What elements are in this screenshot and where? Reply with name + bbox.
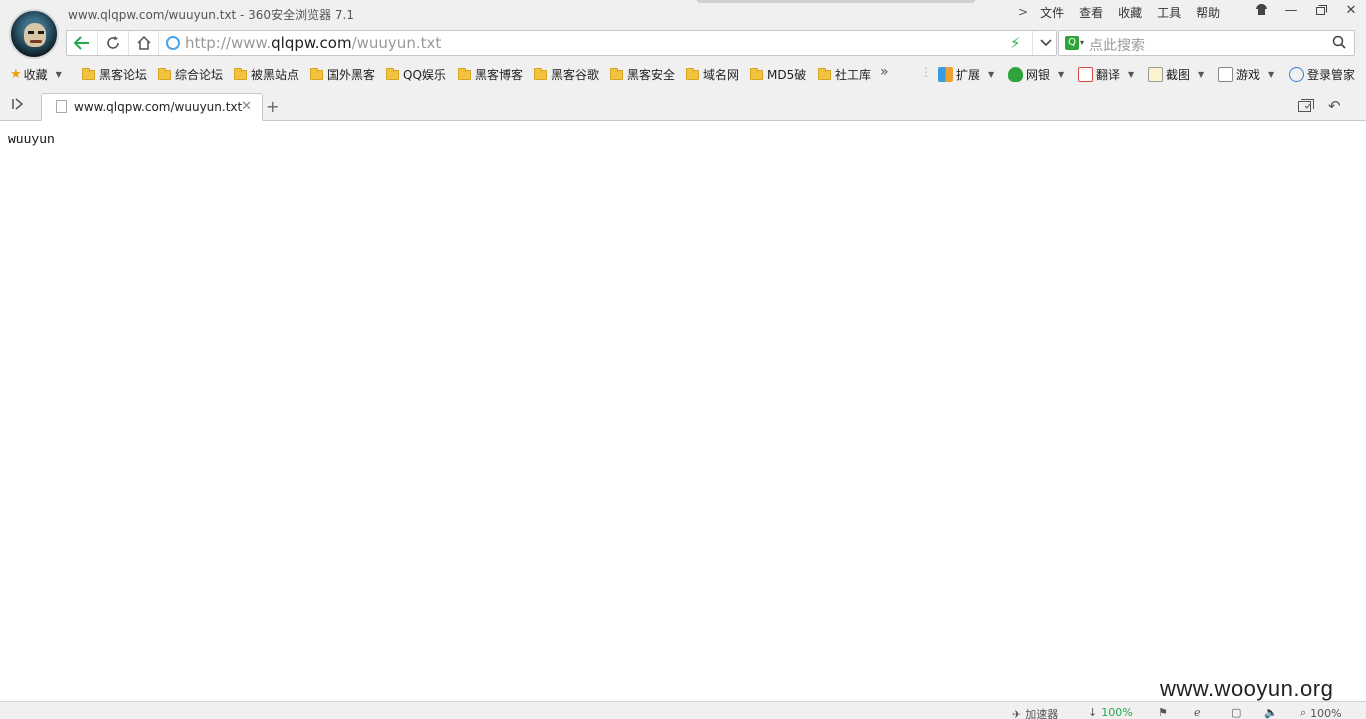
download-icon: ↓	[1088, 706, 1098, 719]
menu-view[interactable]: 查看	[1079, 4, 1103, 21]
page-content: wuuyun	[0, 122, 1366, 701]
avatar-face	[24, 23, 46, 47]
window-title: www.qlqpw.com/wuuyun.txt - 360安全浏览器 7.1	[68, 8, 354, 22]
bookmark-folder[interactable]: 被黑站点	[234, 66, 299, 83]
bookmark-folder[interactable]: 域名网	[686, 66, 739, 83]
bookmarks-more-button[interactable]: »	[880, 64, 889, 80]
maximize-button[interactable]	[1306, 0, 1336, 20]
translate-icon	[1078, 67, 1093, 82]
window-icon[interactable]: ▢	[1231, 706, 1241, 719]
folder-icon	[534, 67, 547, 80]
title-bar: www.qlqpw.com/wuuyun.txt - 360安全浏览器 7.1 …	[0, 0, 1366, 28]
navigation-bar: http://www.qlqpw.com/wuuyun.txt ⚡ Q ▾ 点此…	[0, 28, 1366, 60]
accelerator-button[interactable]: ✈ 加速器	[1012, 706, 1058, 719]
folder-icon	[818, 67, 831, 80]
bookmark-folder[interactable]: 黑客论坛	[82, 66, 147, 83]
chevron-down-icon[interactable]	[1032, 31, 1058, 55]
caret-down-icon: ▼	[988, 70, 995, 79]
download-status[interactable]: ↓ 100%	[1088, 706, 1133, 719]
magnifier-icon: ⌕	[1300, 706, 1307, 719]
folder-icon	[234, 67, 247, 80]
top-drag-strip	[697, 0, 975, 3]
lightning-icon[interactable]: ⚡	[1010, 34, 1021, 52]
folder-icon	[610, 67, 623, 80]
skin-icon[interactable]	[1246, 0, 1276, 20]
netbank-button[interactable]: 网银 ▼	[1008, 66, 1064, 83]
key-search-icon	[1289, 67, 1304, 82]
tab-list-icon[interactable]	[1298, 99, 1314, 112]
close-icon[interactable]: ✕	[241, 99, 252, 114]
home-button[interactable]	[129, 31, 159, 55]
games-button[interactable]: 游戏 ▼	[1218, 66, 1274, 83]
rocket-icon: ✈	[1012, 707, 1022, 719]
menu-favorites[interactable]: 收藏	[1118, 4, 1142, 21]
menu-bar: > 文件 查看 收藏 工具 帮助	[1018, 3, 1235, 21]
window-controls: — ✕	[1246, 0, 1366, 20]
chevron-right-icon[interactable]: >	[1018, 5, 1028, 19]
page-icon	[56, 100, 67, 113]
scissors-icon	[1148, 67, 1163, 82]
favorites-button[interactable]: ★ 收藏 ▼	[10, 66, 62, 83]
minimize-button[interactable]: —	[1276, 0, 1306, 20]
browser-mode-icon[interactable]: ℯ	[1194, 706, 1201, 719]
menu-tools[interactable]: 工具	[1157, 4, 1181, 21]
translate-button[interactable]: 翻译 ▼	[1078, 66, 1134, 83]
search-input[interactable]: 点此搜索	[1089, 35, 1145, 55]
bookmark-folder[interactable]: 国外黑客	[310, 66, 375, 83]
globe-icon	[166, 36, 180, 50]
folder-icon	[310, 67, 323, 80]
caret-down-icon: ▼	[1198, 70, 1205, 79]
folder-icon	[158, 67, 171, 80]
status-bar: ✈ 加速器 ↓ 100% ⚑ ℯ ▢ 🔈 ⌕ 100%	[0, 701, 1366, 719]
shield-icon	[1008, 67, 1023, 82]
folder-icon	[458, 67, 471, 80]
bookmarks-bar: ★ 收藏 ▼ 黑客论坛 综合论坛 被黑站点 国外黑客 QQ娱乐 黑客博客 黑客谷…	[0, 60, 1366, 88]
undo-close-tab-icon[interactable]: ↶	[1328, 97, 1341, 115]
screenshot-button[interactable]: 截图 ▼	[1148, 66, 1204, 83]
page-body-text: wuuyun	[8, 132, 55, 147]
bookmark-folder[interactable]: 黑客博客	[458, 66, 523, 83]
folder-icon	[686, 67, 699, 80]
bookmark-folder[interactable]: QQ娱乐	[386, 66, 446, 83]
caret-down-icon: ▼	[55, 70, 62, 79]
toolbar-grip: ⋮	[920, 65, 932, 79]
caret-down-icon[interactable]: ▾	[1080, 38, 1084, 47]
address-bar: http://www.qlqpw.com/wuuyun.txt ⚡	[66, 30, 1057, 56]
tab-bar: www.qlqpw.com/wuuyun.txt ✕ + ↶	[0, 88, 1366, 121]
menu-help[interactable]: 帮助	[1196, 4, 1220, 21]
search-box[interactable]: Q ▾ 点此搜索	[1058, 30, 1355, 56]
login-manager-button[interactable]: 登录管家	[1289, 66, 1355, 83]
zoom-control[interactable]: ⌕ 100%	[1300, 706, 1342, 719]
caret-down-icon: ▼	[1268, 70, 1275, 79]
search-engine-icon[interactable]: Q	[1065, 36, 1079, 50]
caret-down-icon: ▼	[1058, 70, 1065, 79]
flag-icon[interactable]: ⚑	[1158, 706, 1168, 719]
sidebar-toggle-icon[interactable]	[12, 98, 24, 113]
bookmark-folder[interactable]: 黑客谷歌	[534, 66, 599, 83]
user-avatar[interactable]	[9, 9, 59, 59]
folder-icon	[386, 67, 399, 80]
back-button[interactable]	[67, 31, 98, 55]
new-tab-button[interactable]: +	[266, 97, 279, 116]
bookmark-folder[interactable]: 综合论坛	[158, 66, 223, 83]
extensions-button[interactable]: 扩展 ▼	[938, 66, 994, 83]
volume-icon[interactable]: 🔈	[1264, 706, 1278, 719]
extensions-icon	[938, 67, 953, 82]
tab-title: www.qlqpw.com/wuuyun.txt	[74, 100, 243, 114]
menu-file[interactable]: 文件	[1040, 4, 1064, 21]
url-input[interactable]: http://www.qlqpw.com/wuuyun.txt	[185, 34, 441, 52]
folder-icon	[750, 67, 763, 80]
close-button[interactable]: ✕	[1336, 0, 1366, 20]
watermark: www.wooyun.org	[1160, 676, 1334, 701]
gamepad-icon	[1218, 67, 1233, 82]
caret-down-icon: ▼	[1128, 70, 1135, 79]
search-icon[interactable]	[1332, 35, 1346, 52]
bookmark-folder[interactable]: 黑客安全	[610, 66, 675, 83]
bookmark-folder[interactable]: MD5破	[750, 66, 806, 83]
folder-icon	[82, 67, 95, 80]
bookmark-folder[interactable]: 社工库	[818, 66, 871, 83]
star-add-icon: ★	[10, 67, 22, 82]
tab-active[interactable]: www.qlqpw.com/wuuyun.txt ✕	[41, 93, 263, 121]
refresh-button[interactable]	[98, 31, 129, 55]
